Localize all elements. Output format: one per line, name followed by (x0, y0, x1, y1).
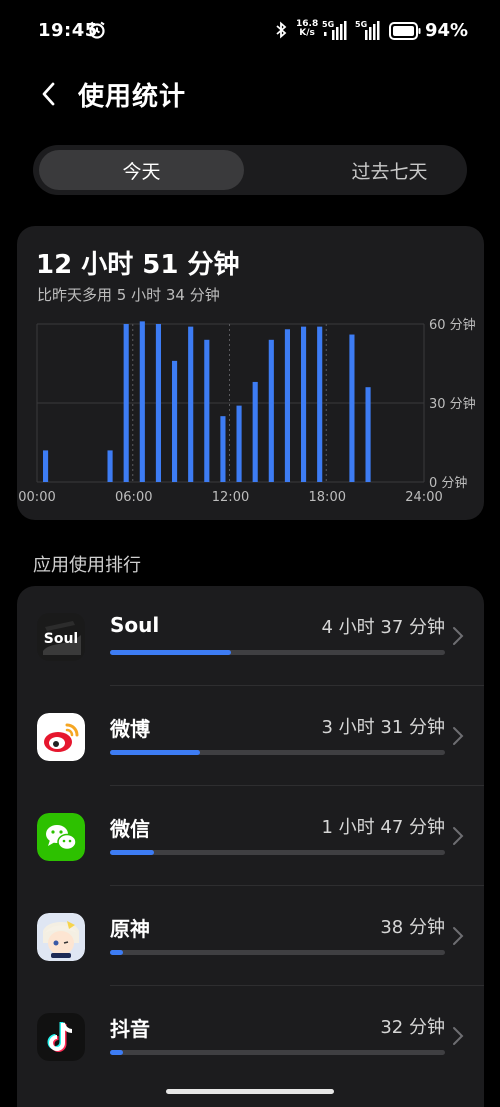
usage-card: 12 小时 51 分钟 比昨天多用 5 小时 34 分钟 60 分钟 30 分钟 0… (17, 226, 484, 520)
chart-bar (139, 321, 145, 482)
chart-bar (349, 334, 355, 482)
chart-ytick-label: 60 分钟 (429, 317, 476, 333)
app-name: 微博 (110, 717, 150, 741)
period-tabs: 今天 过去七天 (33, 145, 467, 195)
chart-xtick-label: 24:00 (405, 490, 442, 505)
soul-app-icon: Soul (37, 613, 85, 661)
chart-bar (107, 450, 113, 482)
chart-bar (123, 324, 129, 482)
alarm-icon (89, 21, 105, 39)
battery-icon (389, 22, 421, 40)
usage-bar-track (110, 850, 445, 855)
hourly-usage-chart: 60 分钟 30 分钟 0 分钟 00:00 06:00 12:00 18:00 24:00 (18, 317, 476, 505)
chevron-left-icon[interactable] (38, 80, 60, 108)
battery-percent: 94% (425, 20, 469, 41)
chart-bar (284, 329, 290, 482)
app-row-weibo[interactable]: 微博 3 小时 31 分钟 (17, 686, 484, 786)
sim2-signal: 5G (355, 20, 385, 41)
app-usage-time: 4 小时 37 分钟 (321, 617, 445, 638)
chart-xtick-label: 06:00 (115, 490, 152, 505)
wechat-app-icon (37, 813, 85, 861)
status-bar: 19:45 16.8 K/s 5G 5G 94% (0, 0, 500, 64)
usage-bar-fill (110, 750, 201, 755)
svg-text:Soul: Soul (44, 631, 78, 647)
chevron-right-icon (453, 627, 464, 645)
chart-bar (252, 381, 258, 482)
app-row-douyin[interactable]: 抖音 32 分钟 (17, 986, 484, 1086)
chart-bar (172, 360, 178, 482)
app-usage-time: 3 小时 31 分钟 (321, 717, 445, 738)
usage-bar-track (110, 650, 445, 655)
chart-bar (204, 339, 210, 482)
app-usage-time: 1 小时 47 分钟 (321, 817, 445, 838)
chart-xtick-label: 00:00 (18, 490, 55, 505)
usage-bar-track (110, 1050, 445, 1055)
app-row-genshin[interactable]: 原神 38 分钟 (17, 886, 484, 986)
app-row-wechat[interactable]: 微信 1 小时 47 分钟 (17, 786, 484, 886)
chart-bar (220, 416, 226, 482)
signal-icon (324, 21, 347, 40)
chevron-right-icon (453, 827, 464, 845)
home-indicator[interactable] (166, 1089, 334, 1094)
app-name: 原神 (110, 917, 150, 941)
app-row-soul[interactable]: Soul Soul 4 小时 37 分钟 (17, 586, 484, 686)
net-speed-unit: K/s (299, 28, 315, 38)
usage-bar-track (110, 950, 445, 955)
app-usage-time: 38 分钟 (380, 917, 445, 938)
usage-bar-fill (110, 650, 231, 655)
chart-bar (268, 339, 274, 482)
chart-bar (317, 326, 323, 482)
usage-bar-track (110, 750, 445, 755)
tab-past-seven-days[interactable]: 过去七天 (287, 150, 492, 190)
chart-ytick-label: 30 分钟 (429, 396, 476, 412)
genshin-app-icon (37, 913, 85, 961)
chart-xtick-label: 18:00 (309, 490, 346, 505)
chevron-right-icon (453, 727, 464, 745)
signal-icon (365, 21, 380, 40)
app-usage-time: 32 分钟 (380, 1017, 445, 1038)
chart-bar (43, 450, 49, 482)
douyin-app-icon (37, 1013, 85, 1061)
net-speed: 16.8 K/s (296, 20, 318, 38)
sim1-signal: 5G (322, 20, 352, 41)
weibo-app-icon (37, 713, 85, 761)
page-title: 使用统计 (78, 82, 187, 112)
app-name: 微信 (110, 817, 150, 841)
chevron-right-icon (453, 1027, 464, 1045)
app-name: 抖音 (110, 1017, 150, 1041)
chevron-right-icon (453, 927, 464, 945)
chart-bar (365, 387, 371, 482)
header: 使用统计 (0, 64, 500, 128)
app-name: Soul (110, 613, 160, 637)
app-ranking-list: Soul Soul 4 小时 37 分钟 微博 3 小时 31 分钟 微信 1 … (17, 586, 484, 1107)
usage-bar-fill (110, 1050, 124, 1055)
tab-today[interactable]: 今天 (39, 150, 244, 190)
usage-bar-fill (110, 950, 124, 955)
ranking-title: 应用使用排行 (33, 555, 141, 576)
bluetooth-icon (276, 21, 287, 39)
usage-bar-fill (110, 850, 154, 855)
chart-ytick-label: 0 分钟 (429, 475, 467, 491)
chart-bar (188, 326, 194, 482)
chart-bar (155, 324, 161, 482)
chart-xtick-label: 12:00 (212, 490, 249, 505)
chart-bar (301, 326, 307, 482)
chart-bar (236, 405, 242, 482)
